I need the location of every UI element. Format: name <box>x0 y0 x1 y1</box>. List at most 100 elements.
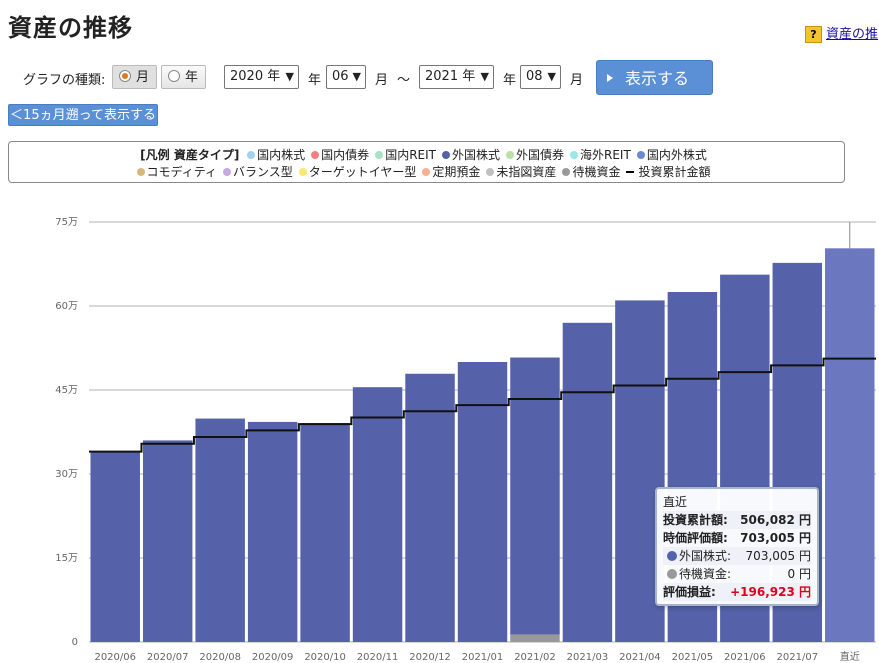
tooltip-market-value: 703,005 円 <box>740 531 811 545</box>
end-month-unit: 月 <box>570 73 584 88</box>
tooltip-foreign-value: 703,005 円 <box>745 549 811 563</box>
tooltip-gain-value: +196,923 円 <box>730 585 811 599</box>
x-tick-label: 直近 <box>840 650 860 663</box>
tooltip-gain-row: 評価損益: +196,923 円 <box>663 583 811 601</box>
legend-label: 未指図資産 <box>496 165 557 179</box>
graph-type-label: グラフの種類: <box>23 73 106 88</box>
tooltip-foreign-row: 外国株式: 703,005 円 <box>663 547 811 565</box>
chart-tooltip: 直近 投資累計額: 506,082 円 時価評価額: 703,005 円 外国株… <box>655 487 819 606</box>
legend-dot-icon <box>375 151 384 159</box>
bar-cash <box>510 634 560 642</box>
x-tick-label: 2021/03 <box>567 652 609 663</box>
legend-label: 国内外株式 <box>646 148 707 162</box>
end-month-value: 08 <box>526 69 543 84</box>
legend-label: 外国債券 <box>516 148 565 162</box>
legend-item-a3: 外国株式 <box>441 146 500 163</box>
start-year-unit: 年 <box>308 73 322 88</box>
end-year-select[interactable]: 2021 年 ▼ <box>419 65 494 89</box>
back-15-months-button[interactable]: ＜15ヵ月遡って表示する <box>8 104 158 126</box>
show-button[interactable]: 表示する <box>596 60 713 95</box>
legend-line-icon <box>626 171 635 173</box>
legend-label: コモディティ <box>146 165 217 179</box>
y-tick-label: 45万 <box>55 385 78 396</box>
legend-dot-icon <box>311 151 320 159</box>
tooltip-cash-dot-icon <box>667 569 677 579</box>
legend-row-1: [凡例 資産タイプ] 国内株式 国内債券 国内REIT 外国株式 外国債券 海外REIT 国… <box>9 146 844 163</box>
range-separator: ～ <box>397 73 411 88</box>
chevron-down-icon: ▼ <box>352 70 361 83</box>
start-year-value: 2020 年 <box>230 69 281 84</box>
legend-label: 投資累計金額 <box>638 165 711 179</box>
help-icon[interactable]: ? <box>805 26 822 43</box>
legend-item-b5: 待機資金 <box>562 163 620 180</box>
legend-item-a4: 外国債券 <box>506 146 564 163</box>
tooltip-foreign-dot-icon <box>667 551 677 561</box>
chevron-down-icon: ▼ <box>480 70 489 83</box>
bar-foreign-stock <box>195 418 245 642</box>
end-month-select[interactable]: 08 ▼ <box>520 65 561 89</box>
x-tick-label: 2021/07 <box>777 652 819 663</box>
legend-header: [凡例 資産タイプ] <box>140 148 240 162</box>
legend-dot-icon <box>636 151 645 159</box>
tooltip-foreign-label: 外国株式: <box>679 549 732 563</box>
legend-item-b3: 定期預金 <box>422 163 480 180</box>
y-tick-label: 30万 <box>55 469 78 480</box>
legend-item-b4: 未指図資産 <box>486 163 556 180</box>
tooltip-invest-label: 投資累計額: <box>663 513 728 527</box>
x-tick-label: 2021/05 <box>672 652 714 663</box>
tooltip-invest-row: 投資累計額: 506,082 円 <box>663 511 811 529</box>
x-tick-label: 2020/07 <box>147 652 189 663</box>
bar-foreign-stock <box>562 322 613 642</box>
x-tick-label: 2021/01 <box>462 652 504 663</box>
legend-dot-icon <box>247 151 256 159</box>
y-tick-label: 75万 <box>55 217 78 228</box>
legend-row-2: コモディティ バランス型 ターゲットイヤー型 定期預金 未指図資産 待機資金 投資累計金額 <box>9 163 844 180</box>
radio-year-label: 年 <box>185 70 199 85</box>
legend-dot-icon <box>422 168 431 176</box>
radio-year[interactable]: 年 <box>161 65 206 89</box>
legend-item-line: 投資累計金額 <box>626 163 710 180</box>
legend-dot-icon <box>441 151 450 159</box>
help-link-text[interactable]: 資産の推 <box>826 27 878 42</box>
x-tick-label: 2020/06 <box>94 652 136 663</box>
legend-dot-icon <box>562 168 571 176</box>
legend-item-a2: 国内REIT <box>375 146 436 163</box>
x-tick-label: 2021/04 <box>619 652 661 663</box>
radio-unchecked-icon <box>168 70 180 82</box>
legend-label: バランス型 <box>232 165 293 179</box>
start-month-select[interactable]: 06 ▼ <box>326 65 366 89</box>
y-tick-label: 15万 <box>55 553 78 564</box>
bar-foreign-stock <box>142 440 193 642</box>
legend-label: 待機資金 <box>572 165 621 179</box>
bar-foreign-stock <box>90 451 140 642</box>
tooltip-market-label: 時価評価額: <box>663 531 728 545</box>
page-title: 資産の推移 <box>8 14 133 42</box>
legend-item-b2: ターゲットイヤー型 <box>298 163 417 180</box>
legend-label: 国内債券 <box>321 148 370 162</box>
start-year-select[interactable]: 2020 年 ▼ <box>224 65 299 89</box>
tooltip-cash-row: 待機資金: 0 円 <box>663 565 811 583</box>
x-tick-label: 2020/12 <box>409 652 451 663</box>
legend-dot-icon <box>136 168 145 176</box>
legend-item-a6: 国内外株式 <box>636 146 707 163</box>
radio-checked-icon <box>119 70 131 82</box>
legend-label: 外国株式 <box>451 148 500 162</box>
legend-item-b1: バランス型 <box>222 163 293 180</box>
x-tick-label: 2020/09 <box>252 652 294 663</box>
tooltip-cash-label: 待機資金: <box>679 567 732 581</box>
legend-item-a0: 国内株式 <box>247 146 305 163</box>
legend-label: ターゲットイヤー型 <box>308 165 417 179</box>
start-month-unit: 月 <box>375 73 389 88</box>
legend-dot-icon <box>298 168 307 176</box>
legend-label: 海外REIT <box>580 148 631 162</box>
tooltip-market-row: 時価評価額: 703,005 円 <box>663 529 811 547</box>
bar-foreign-stock <box>457 362 508 642</box>
start-month-value: 06 <box>332 69 349 84</box>
radio-month[interactable]: 月 <box>112 65 157 89</box>
legend: [凡例 資産タイプ] 国内株式 国内債券 国内REIT 外国株式 外国債券 海外REIT 国… <box>8 141 845 183</box>
bar-foreign-stock <box>247 421 298 642</box>
legend-dot-icon <box>506 151 514 159</box>
y-tick-label: 60万 <box>55 301 78 312</box>
help-link[interactable]: ? 資産の推 <box>805 23 878 43</box>
tooltip-invest-value: 506,082 円 <box>740 513 811 527</box>
